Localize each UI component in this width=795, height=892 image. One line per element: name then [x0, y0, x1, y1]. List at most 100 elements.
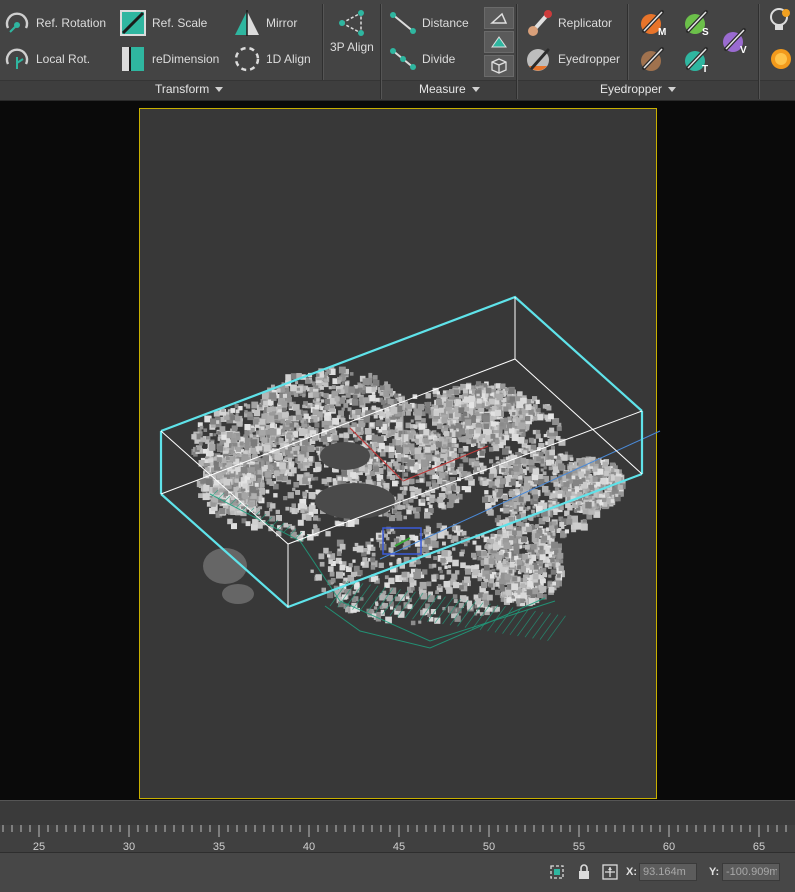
tree-voxel [503, 507, 510, 514]
eyedropper-group-label: Eyedropper [600, 82, 663, 96]
y-coord-field[interactable] [722, 863, 780, 881]
tree-voxel [436, 461, 441, 466]
tree-voxel [508, 531, 513, 535]
lock-icon[interactable] [575, 863, 593, 881]
tree-voxel [444, 565, 448, 569]
tree-voxel [508, 569, 513, 574]
eyedropper-map-button[interactable] [638, 45, 668, 73]
tree-voxel [198, 493, 203, 498]
align-3p-button[interactable]: 3P Align [330, 8, 374, 62]
tree-voxel [392, 480, 398, 487]
tree-voxel [533, 574, 539, 580]
tree-voxel [461, 530, 467, 536]
eyedropper-shader-button[interactable]: S [682, 8, 712, 37]
tree-voxel [538, 438, 543, 443]
chevron-down-icon [471, 86, 480, 92]
tree-voxel [231, 433, 237, 438]
distance-button[interactable]: Distance [388, 9, 469, 37]
tree-voxel [405, 410, 411, 416]
eyedropper-vertex-icon: V [723, 28, 747, 55]
tree-voxel [269, 392, 277, 400]
eyedropper-vertex-button[interactable]: V [720, 26, 750, 55]
tree-voxel [546, 405, 552, 411]
tree-cluster [222, 584, 254, 604]
timeline[interactable]: 25 30 35 40 45 50 55 60 65 [0, 800, 795, 853]
eyedropper-material-button[interactable]: M [638, 8, 668, 37]
tree-voxel [564, 529, 569, 534]
transform-group-dropdown[interactable]: Transform [155, 82, 224, 96]
tree-voxel [267, 415, 275, 423]
tree-voxel [305, 515, 312, 521]
tree-voxel [235, 435, 241, 441]
tree-voxel [414, 447, 422, 454]
tree-voxel [495, 383, 501, 389]
tree-voxel [403, 486, 408, 491]
tree-voxel [461, 471, 468, 477]
divide-button[interactable]: Divide [388, 45, 455, 73]
tree-voxel [341, 407, 345, 411]
tree-voxel [390, 407, 398, 414]
align-1d-button[interactable]: 1D Align [232, 45, 311, 73]
tree-voxel [339, 433, 344, 438]
tree-voxel [519, 415, 523, 419]
tree-voxel [449, 428, 454, 433]
sun-button[interactable] [766, 44, 792, 72]
measure-area-button[interactable] [484, 31, 514, 53]
eyedropper-button[interactable]: Eyedropper [524, 45, 620, 73]
eyedropper-texture-button[interactable]: T [682, 45, 712, 74]
tree-voxel [216, 457, 222, 463]
tree-voxel [509, 427, 515, 434]
tree-voxel [484, 435, 492, 442]
tree-voxel [509, 501, 514, 506]
tree-voxel [441, 417, 448, 424]
ref-rotation-button[interactable]: Ref. Rotation [2, 9, 106, 37]
tree-voxel [347, 407, 352, 412]
tree-voxel [494, 488, 499, 493]
tree-voxel [461, 486, 466, 491]
tree-voxel [191, 434, 197, 440]
tree-voxel [500, 478, 506, 485]
local-rot-button[interactable]: Local Rot. [2, 45, 90, 73]
isolate-selection-icon[interactable] [548, 863, 566, 881]
tree-voxel [494, 399, 500, 405]
redimension-button[interactable]: reDimension [118, 45, 219, 73]
absolute-mode-icon[interactable] [601, 863, 619, 881]
tree-voxel [373, 466, 379, 472]
measure-volume-button[interactable] [484, 55, 514, 77]
measure-group-dropdown[interactable]: Measure [419, 82, 480, 96]
mirror-button[interactable]: Mirror [232, 9, 297, 37]
measure-mode-button[interactable] [484, 7, 514, 29]
tree-voxel [266, 469, 270, 472]
tree-voxel [230, 496, 235, 500]
perspective-viewport[interactable] [0, 100, 795, 800]
tree-voxel [504, 435, 510, 441]
tree-voxel [596, 500, 600, 504]
light-bulb-button[interactable] [766, 6, 792, 34]
tree-voxel [498, 550, 503, 555]
tree-voxel [476, 550, 482, 556]
tree-voxel [604, 471, 609, 476]
tree-voxel [397, 504, 403, 510]
tree-voxel [501, 519, 505, 524]
tree-voxel [478, 436, 483, 441]
tree-voxel [520, 457, 527, 464]
tree-voxel [490, 498, 495, 503]
tree-voxel [468, 390, 472, 394]
replicator-button[interactable]: Replicator [524, 9, 612, 37]
tree-voxel [295, 490, 299, 495]
time-ruler[interactable]: 25 30 35 40 45 50 55 60 65 [0, 825, 795, 853]
ref-scale-button[interactable]: Ref. Scale [118, 9, 207, 37]
tree-voxel [368, 372, 373, 377]
tree-voxel [499, 429, 503, 433]
tree-voxel [347, 477, 352, 482]
eyedropper-group-dropdown[interactable]: Eyedropper [600, 82, 677, 96]
tree-voxel [409, 486, 415, 492]
tree-voxel [503, 417, 508, 422]
tree-voxel [324, 398, 331, 405]
tree-voxel [502, 448, 509, 455]
tree-voxel [328, 386, 332, 390]
tree-voxel [508, 516, 514, 522]
tree-voxel [517, 391, 523, 397]
x-coord-field[interactable] [639, 863, 697, 881]
tree-voxel [444, 431, 450, 437]
